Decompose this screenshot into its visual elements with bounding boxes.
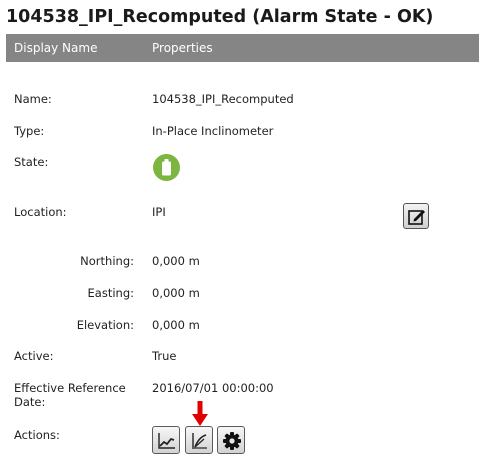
- active-value: True: [152, 349, 177, 363]
- name-value: 104538_IPI_Recomputed: [152, 92, 294, 106]
- header-display-name: Display Name: [14, 41, 98, 55]
- line-chart-icon: [158, 433, 175, 449]
- name-label: Name:: [14, 92, 52, 106]
- reference-date-value: 2016/07/01 00:00:00: [152, 381, 274, 395]
- type-label: Type:: [14, 124, 45, 138]
- elevation-value: 0,000 m: [152, 318, 200, 332]
- actions-label: Actions:: [14, 428, 60, 442]
- battery-ok-icon: [153, 154, 180, 181]
- state-label: State:: [14, 155, 49, 169]
- header-properties: Properties: [152, 41, 213, 55]
- northing-value: 0,000 m: [152, 254, 200, 268]
- inclinometer-profile-icon: [192, 433, 207, 449]
- red-arrow-icon: [192, 401, 208, 426]
- easting-label: Easting:: [87, 286, 134, 300]
- location-label: Location:: [14, 205, 67, 219]
- northing-label: Northing:: [80, 254, 134, 268]
- reference-date-label: Effective Reference Date:: [14, 381, 126, 409]
- profile-button[interactable]: [185, 426, 213, 454]
- settings-button[interactable]: [217, 426, 245, 454]
- easting-value: 0,000 m: [152, 286, 200, 300]
- location-value: IPI: [152, 205, 166, 219]
- elevation-label: Elevation:: [76, 318, 134, 332]
- edit-icon: [408, 210, 425, 225]
- type-value: In-Place Inclinometer: [152, 124, 274, 138]
- table-header: Display Name Properties: [6, 34, 479, 62]
- chart-button[interactable]: [152, 426, 180, 454]
- edit-location-button[interactable]: [403, 203, 429, 229]
- active-label: Active:: [14, 349, 54, 363]
- settings-gear-icon: [223, 432, 241, 450]
- page-title: 104538_IPI_Recomputed (Alarm State - OK): [6, 7, 434, 27]
